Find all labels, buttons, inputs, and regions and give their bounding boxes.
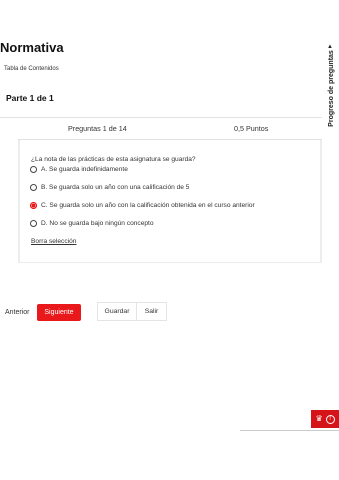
previous-button[interactable]: Anterior xyxy=(5,309,30,316)
radio-d[interactable] xyxy=(30,220,37,227)
cake-icon[interactable]: ♛ xyxy=(315,415,322,423)
answer-option-d[interactable]: D. No se guarda bajo ningún concepto xyxy=(30,220,154,227)
option-a-label: A. Se guarda indefinidamente xyxy=(41,166,128,173)
option-b-label: B. Se guarda solo un año con una calific… xyxy=(41,184,190,191)
answer-option-c[interactable]: C. Se guarda solo un año con la califica… xyxy=(30,202,255,209)
corner-tab[interactable]: ♛ ! xyxy=(311,410,339,428)
question-points: 0,5 Puntos xyxy=(234,124,269,133)
clear-selection-link[interactable]: Borra selección xyxy=(31,238,76,245)
separator-top xyxy=(0,117,322,118)
question-counter: Preguntas 1 de 14 xyxy=(68,124,127,133)
answer-option-b[interactable]: B. Se guarda solo un año con una calific… xyxy=(30,184,189,191)
save-button[interactable]: Guardar xyxy=(97,302,137,321)
option-c-label: C. Se guarda solo un año con la califica… xyxy=(41,202,255,209)
alert-icon[interactable]: ! xyxy=(325,414,335,424)
next-button[interactable]: Siguiente xyxy=(37,304,81,321)
radio-b[interactable] xyxy=(30,184,37,191)
page-title: Normativa xyxy=(0,40,64,55)
toc-link[interactable]: Tabla de Contenidos xyxy=(4,66,59,72)
radio-c[interactable] xyxy=(30,202,37,209)
exit-button[interactable]: Salir xyxy=(137,302,167,321)
radio-a[interactable] xyxy=(30,166,37,173)
answer-option-a[interactable]: A. Se guarda indefinidamente xyxy=(30,166,128,173)
progress-tab-label: Progreso de preguntas xyxy=(327,49,335,127)
part-heading: Parte 1 de 1 xyxy=(6,93,54,103)
bottom-divider xyxy=(240,430,339,431)
question-text: ¿La nota de las prácticas de esta asigna… xyxy=(31,156,196,163)
progress-tab[interactable]: Progreso de preguntas xyxy=(324,40,338,136)
option-d-label: D. No se guarda bajo ningún concepto xyxy=(41,220,154,227)
